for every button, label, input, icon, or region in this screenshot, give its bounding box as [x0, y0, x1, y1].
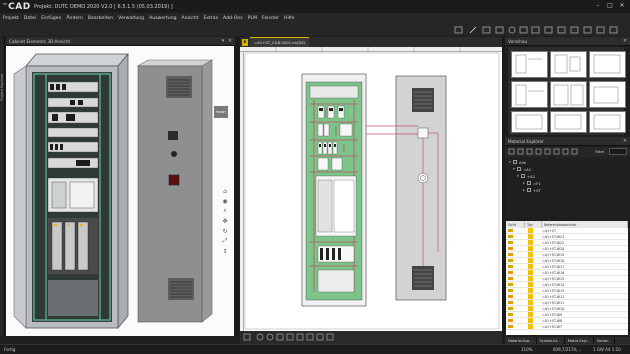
panel-splitter-left[interactable]	[236, 37, 239, 337]
menu-hilfe[interactable]: Hilfe	[284, 16, 294, 21]
filter-input[interactable]	[609, 148, 627, 155]
tab-symbol-explorer[interactable]: Symbol-Ex...	[537, 337, 565, 344]
panel-3d-header: Cabinet Elements 3D-Ansicht ▾ ×	[6, 37, 235, 46]
explorer-tree: ▾ Alle ▾ =A1 ▾ +A1 ▸ =F1 ▸ +ST	[505, 157, 630, 217]
thumbnail[interactable]	[511, 51, 548, 78]
document-tabbar: E =A1+ST_C&B.0001.en(DE)	[240, 37, 502, 47]
logo-superscript: HE	[3, 2, 8, 6]
schematic-drawing	[244, 52, 500, 330]
tab-makro-explorer[interactable]: Makro-Expl...	[565, 337, 594, 344]
3d-navigation-bar: ⌂ ◉ ⌕ ✥ ↻ ⤢ ↕	[221, 186, 229, 256]
window-controls: – □ ✕	[592, 1, 628, 10]
tree-item[interactable]: ▾ +A1	[517, 173, 535, 179]
close-button[interactable]: ✕	[616, 1, 628, 10]
menu-aendern[interactable]: Ändern	[66, 16, 83, 21]
thumbnail[interactable]	[550, 81, 587, 108]
material-grid-header: Sicht Typ Referenzbezeichner	[506, 221, 628, 228]
close-icon[interactable]: ×	[227, 38, 233, 44]
panel-3d-title: Cabinet Elements 3D-Ansicht	[9, 38, 71, 44]
cursor-coordinates: 609,7/2174,...	[553, 347, 582, 352]
minimize-button[interactable]: –	[592, 1, 604, 10]
window-title: Projekt: DUTC DEMO 2020 V2.0 [ 6.5.1.5 (…	[34, 3, 173, 10]
menu-plm[interactable]: PLM	[248, 16, 257, 21]
tab-material-explorer[interactable]: Material-Exp...	[505, 337, 537, 344]
zoom-level: 110%	[521, 347, 533, 352]
pin-icon[interactable]: ▾	[220, 38, 226, 44]
preview-title: Vorschau	[508, 38, 528, 44]
view-cube[interactable]: FRONT	[214, 106, 228, 118]
sidetab-label: Project Explorer	[0, 73, 4, 101]
menu-bar: Projekt Datei Einfügen Ändern Bearbeiten…	[0, 13, 630, 24]
menu-auswertung[interactable]: Auswertung	[149, 16, 176, 21]
document-toolbar-icons[interactable]	[240, 331, 502, 344]
schematic-sheet[interactable]	[244, 52, 502, 331]
menu-einfuegen[interactable]: Einfügen	[41, 16, 61, 21]
title-bar: HE CAD Projekt: DUTC DEMO 2020 V2.0 [ 6.…	[0, 0, 630, 13]
zoom-icon[interactable]: ⌕	[223, 206, 226, 216]
menu-fenster[interactable]: Fenster	[262, 16, 279, 21]
close-icon[interactable]: ×	[622, 38, 628, 44]
menu-ansicht[interactable]: Ansicht	[182, 16, 199, 21]
explorer-toolbar-icons[interactable]	[505, 147, 595, 157]
logo-text: CAD	[8, 1, 31, 12]
preview-header: Vorschau ×	[505, 37, 630, 46]
thumbnail[interactable]	[589, 111, 626, 133]
close-icon[interactable]: ×	[622, 138, 628, 144]
app-logo: HE CAD	[0, 0, 32, 13]
thumbnail[interactable]	[589, 51, 626, 78]
menu-projekt[interactable]: Projekt	[3, 16, 19, 21]
material-explorer-header: Material Explorer ×	[505, 137, 630, 146]
menu-datei[interactable]: Datei	[24, 16, 36, 21]
thumbnail[interactable]	[550, 51, 587, 78]
material-explorer-title: Material Explorer	[508, 138, 544, 144]
tree-item[interactable]: ▸ =F1	[523, 180, 541, 186]
explorer-bottom-tabs: Material-Exp... Symbol-Ex... Makro-Expl.…	[505, 337, 630, 344]
tab-variablen[interactable]: Variab...	[594, 337, 615, 344]
status-bar: Fertig 110% 609,7/2174,... 1 GW A4 1:10	[0, 344, 630, 354]
project-explorer-sidetab[interactable]: Project Explorer	[0, 37, 5, 337]
pan-icon[interactable]: ✥	[222, 216, 227, 226]
rotate-icon[interactable]: ↻	[222, 226, 227, 236]
home-icon[interactable]: ⌂	[223, 186, 227, 196]
toolbar-icons[interactable]	[0, 24, 630, 36]
thumbnail[interactable]	[511, 111, 548, 133]
document-type-marker: E	[242, 38, 248, 46]
column-header[interactable]: Referenzbezeichner	[542, 221, 628, 228]
explorer-toolbar: Filter	[505, 147, 630, 157]
filter-label: Filter	[595, 149, 605, 154]
document-tab[interactable]: =A1+ST_C&B.0001.en(DE)	[250, 37, 310, 47]
status-text: Fertig	[4, 347, 16, 352]
cabinet-3d-view[interactable]: FRONT ⌂ ◉ ⌕ ✥ ↻ ⤢ ↕	[6, 46, 234, 336]
cabinet-3d-drawing	[13, 52, 214, 330]
tree-item[interactable]: ▸ +ST	[523, 187, 541, 193]
orbit-icon[interactable]: ◉	[222, 196, 227, 206]
tree-item[interactable]: ▾ Alle	[509, 159, 526, 165]
fit-icon[interactable]: ⤢	[223, 236, 228, 246]
menu-verwaltung[interactable]: Verwaltung	[118, 16, 144, 21]
page-info: 1 GW A4 1:10	[593, 347, 621, 352]
thumbnail[interactable]	[589, 81, 626, 108]
menu-addons[interactable]: Add-Ons	[223, 16, 243, 21]
maximize-button[interactable]: □	[604, 1, 616, 10]
column-header[interactable]: Typ	[525, 221, 542, 228]
walk-icon[interactable]: ↕	[222, 246, 227, 256]
thumbnail[interactable]	[511, 81, 548, 108]
column-header[interactable]: Sicht	[506, 221, 525, 228]
tree-item[interactable]: ▾ =A1	[513, 166, 531, 172]
toolbar	[0, 24, 630, 36]
preview-thumbnails[interactable]	[508, 47, 626, 135]
thumbnail[interactable]	[550, 111, 587, 133]
material-grid: =A1+ST =A1+ST-W21 =A1+ST-W22 =A1+ST-W20 …	[506, 228, 628, 335]
menu-extras[interactable]: Extras	[204, 16, 219, 21]
document-toolbar	[240, 331, 502, 344]
menu-bearbeiten[interactable]: Bearbeiten	[88, 16, 113, 21]
table-row[interactable]: =A1+ST-W7	[506, 324, 628, 330]
